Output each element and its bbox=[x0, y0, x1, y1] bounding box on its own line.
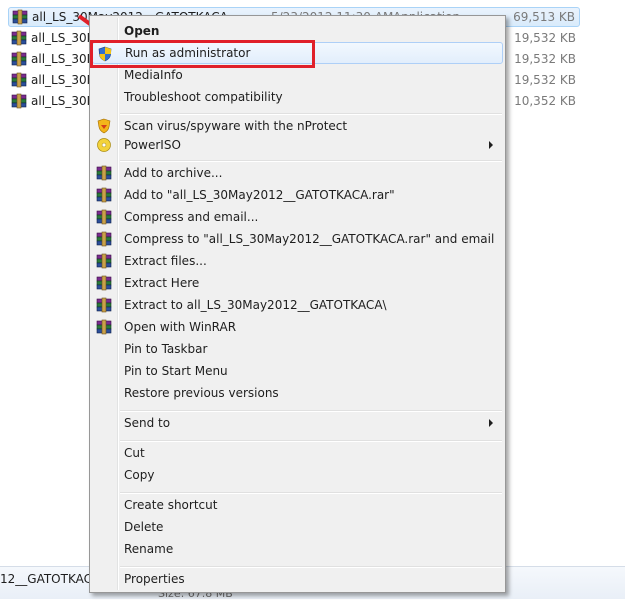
file-size: 69,513 KB bbox=[513, 10, 575, 24]
menu-item-label: Extract files... bbox=[124, 254, 207, 268]
menu-item-add-to-rar[interactable]: Add to "all_LS_30May2012__GATOTKACA.rar" bbox=[92, 184, 503, 206]
menu-item-extract-to-folder[interactable]: Extract to all_LS_30May2012__GATOTKACA\ bbox=[92, 294, 503, 316]
menu-item-label: Properties bbox=[124, 572, 185, 586]
menu-item-label: Pin to Taskbar bbox=[124, 342, 208, 356]
menu-item-label: Compress to "all_LS_30May2012__GATOTKACA… bbox=[124, 232, 495, 246]
menu-item-label: Delete bbox=[124, 520, 164, 534]
winrar-books-icon bbox=[96, 165, 112, 181]
menu-item-open[interactable]: Open bbox=[92, 20, 503, 42]
file-size: 10,352 KB bbox=[514, 94, 576, 108]
context-menu: Open Run as administrator MediaInfo Trou… bbox=[89, 15, 506, 593]
menu-item-label: Cut bbox=[124, 446, 145, 460]
menu-item-pin-to-start-menu[interactable]: Pin to Start Menu bbox=[92, 360, 503, 382]
menu-item-label: Send to bbox=[124, 416, 171, 430]
menu-item-label: Rename bbox=[124, 542, 174, 556]
menu-item-label: Compress and email... bbox=[124, 210, 259, 224]
menu-item-add-to-archive[interactable]: Add to archive... bbox=[92, 162, 503, 184]
poweriso-disc-icon bbox=[97, 138, 111, 152]
uac-shield-icon bbox=[98, 46, 112, 62]
menu-item-label: Troubleshoot compatibility bbox=[124, 90, 283, 104]
menu-item-rename[interactable]: Rename bbox=[92, 538, 503, 560]
nprotect-shield-icon bbox=[97, 118, 111, 134]
menu-item-label: Copy bbox=[124, 468, 155, 482]
winrar-file-icon bbox=[11, 51, 27, 67]
file-name: all_LS_30M bbox=[31, 31, 97, 45]
winrar-books-icon bbox=[96, 297, 112, 313]
file-name: all_LS_30M bbox=[31, 73, 97, 87]
menu-item-label: Restore previous versions bbox=[124, 386, 279, 400]
file-size: 19,532 KB bbox=[514, 73, 576, 87]
file-name: all_LS_30M bbox=[31, 94, 97, 108]
menu-item-compress-to-rar-and-email[interactable]: Compress to "all_LS_30May2012__GATOTKACA… bbox=[92, 228, 503, 250]
winrar-books-icon bbox=[96, 209, 112, 225]
winrar-file-icon bbox=[12, 9, 28, 25]
menu-item-restore-previous-versions[interactable]: Restore previous versions bbox=[92, 382, 503, 404]
menu-item-run-as-administrator[interactable]: Run as administrator bbox=[92, 42, 503, 64]
menu-item-label: Extract Here bbox=[124, 276, 200, 290]
winrar-books-icon bbox=[96, 231, 112, 247]
menu-item-create-shortcut[interactable]: Create shortcut bbox=[92, 494, 503, 516]
menu-item-compress-and-email[interactable]: Compress and email... bbox=[92, 206, 503, 228]
menu-item-poweriso[interactable]: PowerISO bbox=[92, 134, 503, 156]
menu-item-properties[interactable]: Properties bbox=[92, 568, 503, 590]
menu-item-label: Add to "all_LS_30May2012__GATOTKACA.rar" bbox=[124, 188, 395, 202]
menu-item-extract-here[interactable]: Extract Here bbox=[92, 272, 503, 294]
winrar-books-icon bbox=[96, 275, 112, 291]
winrar-file-icon bbox=[11, 30, 27, 46]
menu-item-label: Add to archive... bbox=[124, 166, 223, 180]
menu-item-troubleshoot-compatibility[interactable]: Troubleshoot compatibility bbox=[92, 86, 503, 108]
menu-item-label: Open bbox=[124, 24, 160, 38]
menu-item-send-to[interactable]: Send to bbox=[92, 412, 503, 434]
details-file-name: 12__GATOTKACA bbox=[0, 572, 101, 586]
file-name: all_LS_30M bbox=[31, 52, 97, 66]
menu-item-label: Extract to all_LS_30May2012__GATOTKACA\ bbox=[124, 298, 387, 312]
menu-item-copy[interactable]: Copy bbox=[92, 464, 503, 486]
winrar-books-icon bbox=[96, 187, 112, 203]
menu-item-label: Run as administrator bbox=[125, 46, 251, 60]
menu-item-cut[interactable]: Cut bbox=[92, 442, 503, 464]
winrar-books-icon bbox=[96, 253, 112, 269]
menu-item-open-with-winrar[interactable]: Open with WinRAR bbox=[92, 316, 503, 338]
winrar-file-icon bbox=[11, 93, 27, 109]
menu-item-mediainfo[interactable]: MediaInfo bbox=[92, 64, 503, 86]
menu-item-label: Pin to Start Menu bbox=[124, 364, 228, 378]
menu-item-label: MediaInfo bbox=[124, 68, 183, 82]
menu-item-label: PowerISO bbox=[124, 138, 181, 152]
winrar-file-icon bbox=[11, 72, 27, 88]
menu-item-label: Create shortcut bbox=[124, 498, 218, 512]
menu-item-extract-files[interactable]: Extract files... bbox=[92, 250, 503, 272]
menu-item-pin-to-taskbar[interactable]: Pin to Taskbar bbox=[92, 338, 503, 360]
file-size: 19,532 KB bbox=[514, 52, 576, 66]
winrar-books-icon bbox=[96, 319, 112, 335]
menu-item-label: Scan virus/spyware with the nProtect bbox=[124, 119, 348, 133]
file-size: 19,532 KB bbox=[514, 31, 576, 45]
menu-item-delete[interactable]: Delete bbox=[92, 516, 503, 538]
menu-item-label: Open with WinRAR bbox=[124, 320, 237, 334]
submenu-arrow-icon bbox=[489, 419, 493, 427]
submenu-arrow-icon bbox=[489, 141, 493, 149]
